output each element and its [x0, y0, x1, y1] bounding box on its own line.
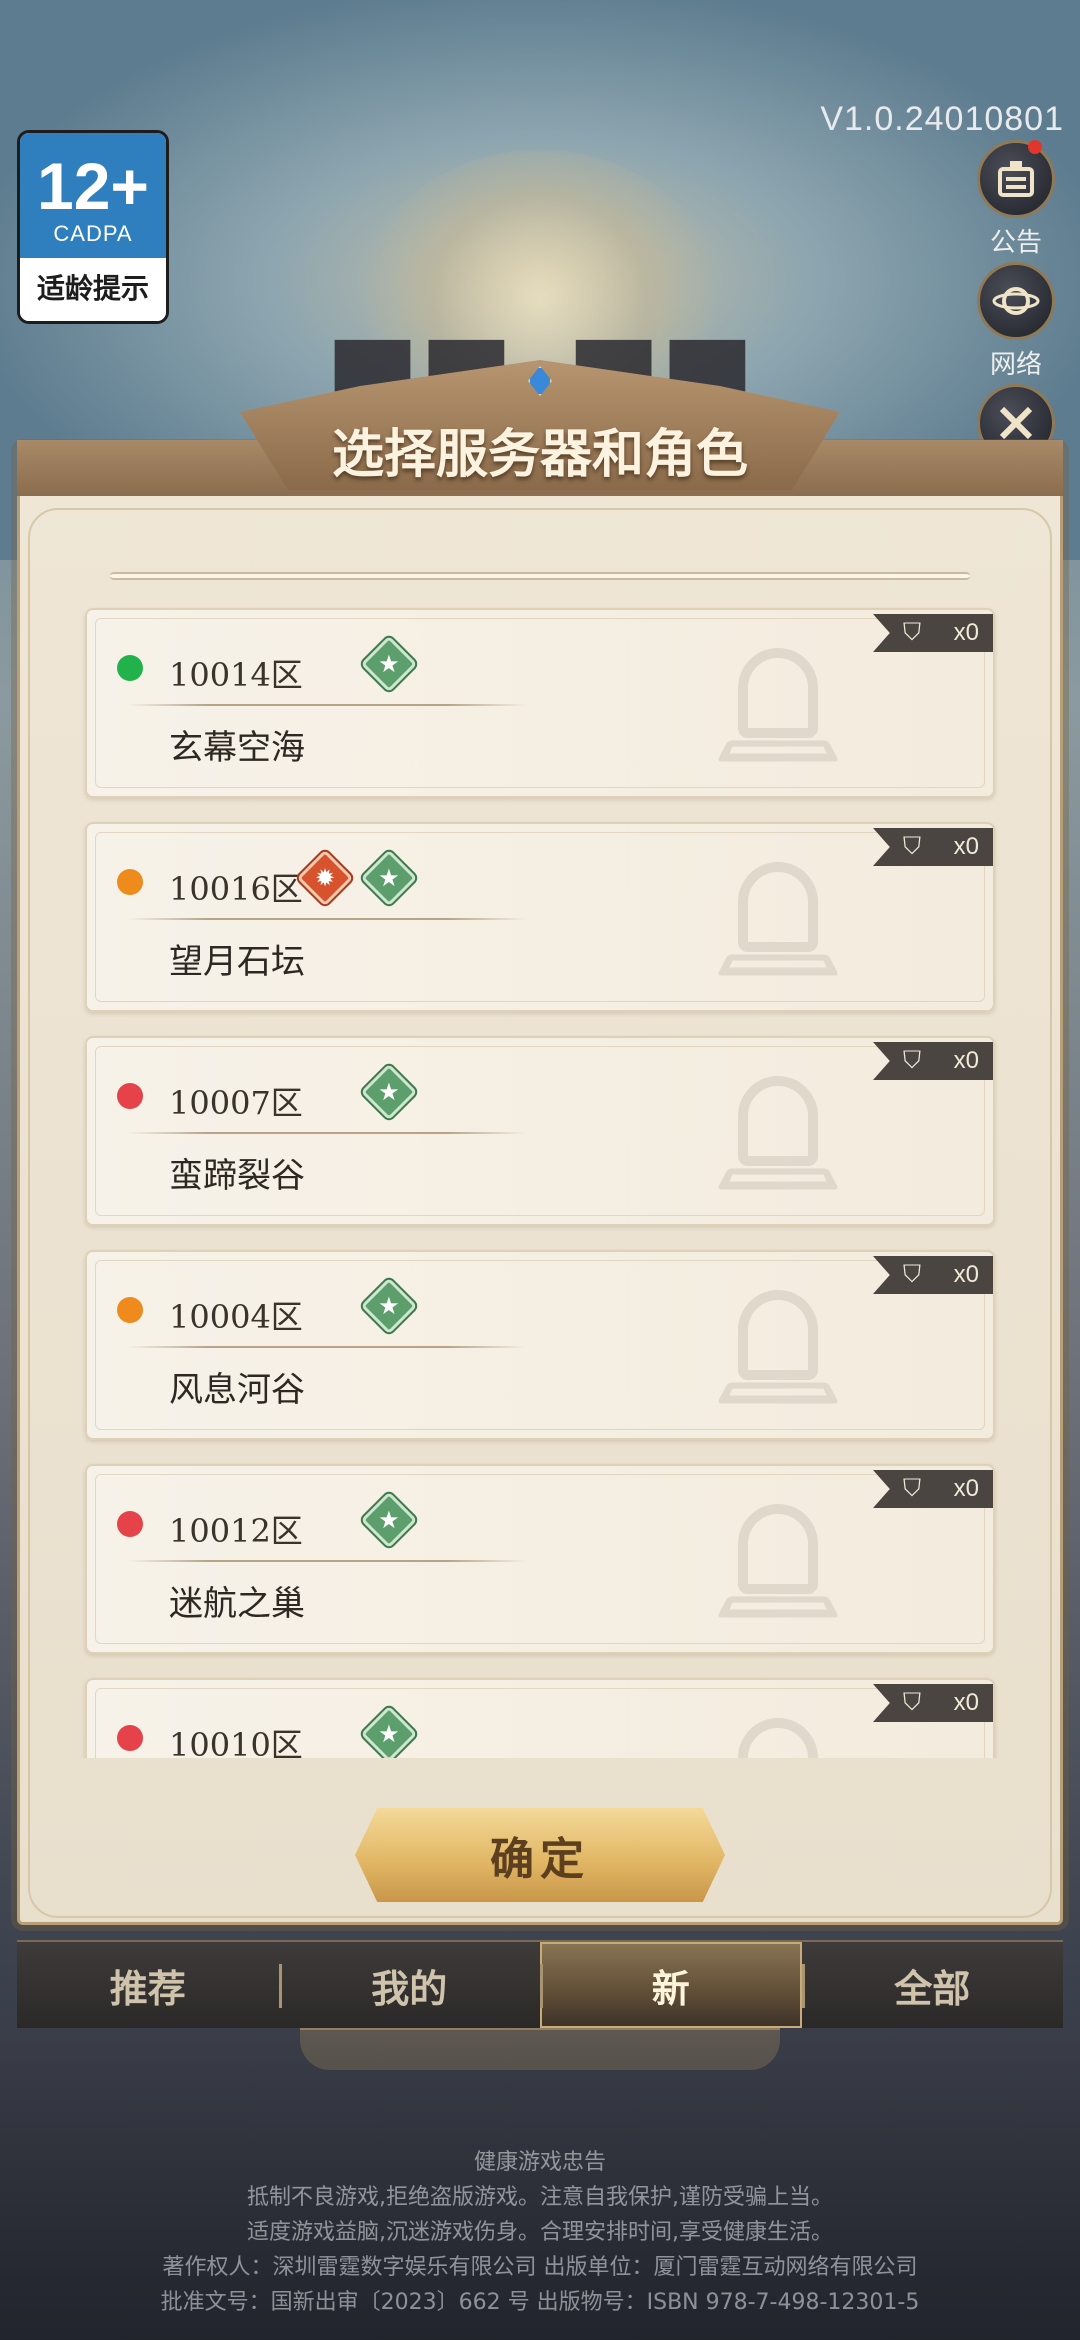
hot-server-badge-icon: ✹ — [296, 849, 354, 907]
role-count-tag: ⛉ x0 — [873, 614, 993, 652]
server-name: 风息河谷 — [169, 1370, 305, 1410]
server-name: 蛮蹄裂谷 — [169, 1156, 305, 1196]
role-count-tag: ⛉ x0 — [873, 1470, 993, 1508]
new-server-badge-icon: ★ — [360, 1277, 418, 1335]
server-card[interactable]: 10016区 ✹ ★ 望月石坛 ⛉ x0 — [85, 822, 995, 1012]
helmet-watermark-icon — [716, 1290, 840, 1410]
announcement-icon — [977, 140, 1055, 218]
role-count: x0 — [953, 833, 979, 860]
helmet-icon: ⛉ — [903, 1261, 921, 1288]
card-divider — [127, 1132, 527, 1134]
version-label: V1.0.24010801 — [820, 100, 1064, 138]
network-button[interactable]: 网络 — [976, 262, 1056, 381]
server-zone: 10012区 — [169, 1512, 303, 1550]
tab-mine[interactable]: 我的 — [278, 1942, 541, 2028]
new-server-badge-icon: ★ — [360, 1063, 418, 1121]
role-count: x0 — [953, 1689, 979, 1716]
helmet-icon: ⛉ — [903, 1475, 921, 1502]
age-rating-tip: 适龄提示 — [20, 258, 166, 321]
server-card[interactable]: 10012区 ★ 迷航之巢 ⛉ x0 — [85, 1464, 995, 1654]
age-rating-top: 12+ CADPA — [20, 133, 166, 258]
tab-new[interactable]: 新 — [540, 1942, 802, 2028]
status-dot-icon — [117, 869, 143, 895]
card-divider — [127, 1346, 527, 1348]
server-card[interactable]: 10004区 ★ 风息河谷 ⛉ x0 — [85, 1250, 995, 1440]
server-filter-tabs: 推荐 我的 新 全部 — [17, 1940, 1063, 2028]
server-card[interactable]: 10007区 ★ 蛮蹄裂谷 ⛉ x0 — [85, 1036, 995, 1226]
helmet-icon: ⛉ — [903, 833, 921, 860]
new-server-badge-icon: ★ — [360, 1491, 418, 1549]
server-zone: 10016区 — [169, 870, 303, 908]
server-name: 玄幕空海 — [169, 728, 305, 768]
new-server-badge-icon: ★ — [360, 1705, 418, 1758]
helmet-watermark-icon — [716, 862, 840, 982]
server-name: 迷航之巢 — [169, 1584, 305, 1624]
helmet-icon: ⛉ — [903, 1047, 921, 1074]
server-zone: 10010区 — [169, 1726, 303, 1758]
helmet-watermark-icon — [716, 1076, 840, 1196]
health-notice-line: 抵制不良游戏,拒绝盗版游戏。注意自我保护,谨防受骗上当。 — [247, 2185, 833, 2210]
role-count-tag: ⛉ x0 — [873, 1256, 993, 1294]
helmet-watermark-icon — [716, 1504, 840, 1624]
helmet-icon: ⛉ — [903, 619, 921, 646]
network-icon — [977, 262, 1055, 340]
helmet-watermark-icon — [716, 648, 840, 768]
age-rating-number: 12+ — [37, 149, 149, 223]
helmet-watermark-icon — [723, 1718, 833, 1758]
copyright-line: 著作权人：深圳雷霆数字娱乐有限公司 出版单位：厦门雷霆互动网络有限公司 — [162, 2255, 918, 2280]
server-zone: 10007区 — [169, 1084, 303, 1122]
role-count: x0 — [953, 1261, 979, 1288]
status-dot-icon — [117, 655, 143, 681]
panel-title: 选择服务器和角色 — [331, 424, 748, 485]
role-count: x0 — [953, 1047, 979, 1074]
tab-all[interactable]: 全部 — [801, 1942, 1064, 2028]
server-list[interactable]: 10014区 ★ 玄幕空海 ⛉ x0 10016区 ✹ ★ 望月石坛 ⛉ x0 10… — [0, 600, 1080, 1758]
role-count-tag: ⛉ x0 — [873, 828, 993, 866]
announcement-label: 公告 — [989, 228, 1042, 258]
announcement-button[interactable]: 公告 — [976, 140, 1056, 259]
notification-dot — [1028, 140, 1042, 154]
health-notice: 健康游戏忠告 抵制不良游戏,拒绝盗版游戏。注意自我保护,谨防受骗上当。 适度游戏… — [0, 2145, 1080, 2320]
new-server-badge-icon: ★ — [360, 635, 418, 693]
age-rating-org: CADPA — [53, 221, 133, 246]
server-zone: 10014区 — [169, 656, 303, 694]
status-dot-icon — [117, 1511, 143, 1537]
approval-line: 批准文号：国新出审〔2023〕662 号 出版物号：ISBN 978-7-498… — [160, 2290, 920, 2315]
status-dot-icon — [117, 1725, 143, 1751]
role-count-tag: ⛉ x0 — [873, 1042, 993, 1080]
network-label: 网络 — [989, 350, 1042, 380]
card-divider — [127, 918, 527, 920]
health-notice-line: 适度游戏益脑,沉迷游戏伤身。合理安排时间,享受健康生活。 — [247, 2220, 833, 2245]
tab-recommended[interactable]: 推荐 — [17, 1942, 279, 2028]
age-rating-badge[interactable]: 12+ CADPA 适龄提示 — [17, 130, 169, 324]
confirm-button[interactable]: 确定 — [355, 1808, 725, 1902]
health-notice-title: 健康游戏忠告 — [473, 2150, 606, 2175]
status-dot-icon — [117, 1297, 143, 1323]
list-top-rule — [110, 572, 970, 580]
server-zone: 10004区 — [169, 1298, 303, 1336]
card-divider — [127, 704, 527, 706]
role-count: x0 — [953, 1475, 979, 1502]
role-count: x0 — [953, 619, 979, 646]
new-server-badge-icon: ★ — [360, 849, 418, 907]
helmet-icon: ⛉ — [903, 1689, 921, 1716]
role-count-tag: ⛉ x0 — [873, 1684, 993, 1722]
card-divider — [127, 1560, 527, 1562]
server-card[interactable]: 10014区 ★ 玄幕空海 ⛉ x0 — [85, 608, 995, 798]
status-dot-icon — [117, 1083, 143, 1109]
server-name: 望月石坛 — [169, 942, 305, 982]
server-card[interactable]: 10010区 ★ ⛉ x0 — [85, 1678, 995, 1758]
